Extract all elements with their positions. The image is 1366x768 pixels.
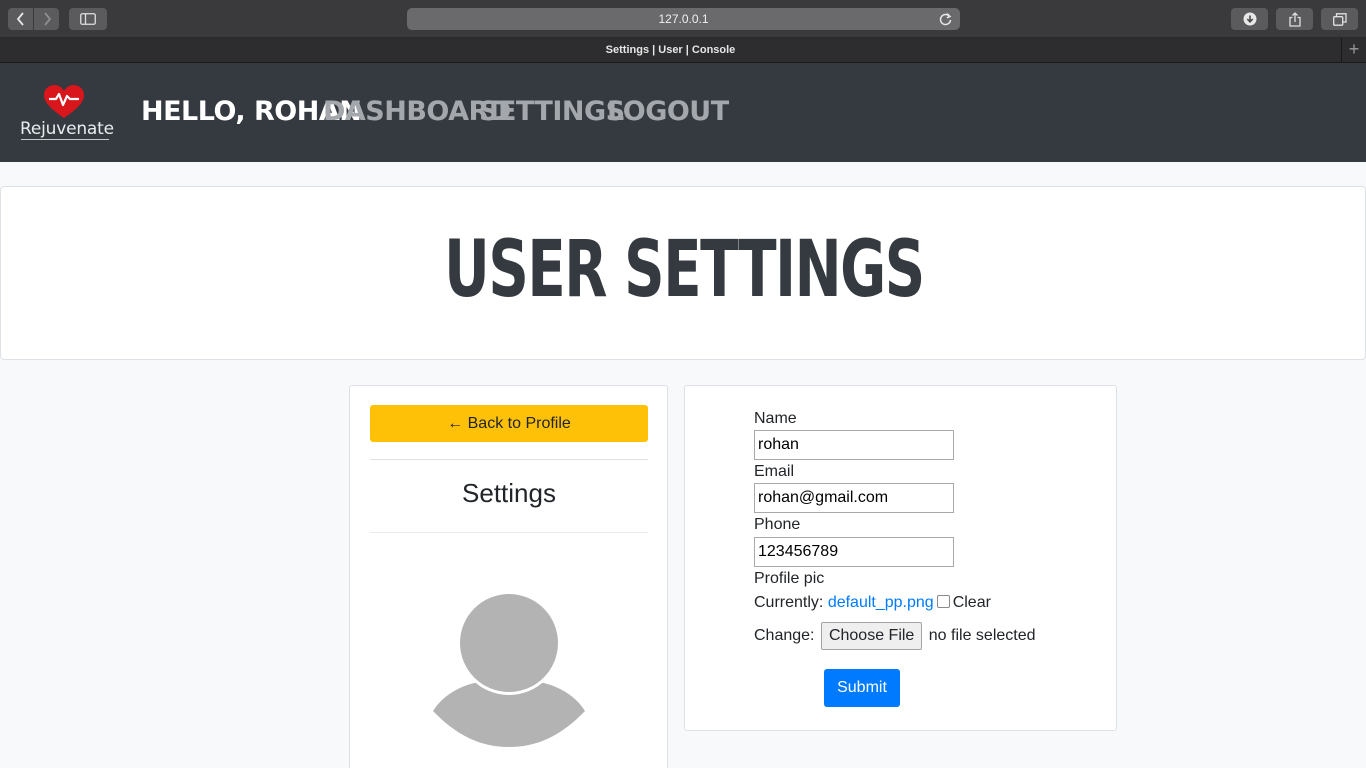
change-label: Change: [754,627,815,645]
sidebar-toggle-icon[interactable] [69,8,107,30]
currently-label: Currently: [754,594,824,611]
forward-nav-icon[interactable] [34,8,59,30]
choose-file-button[interactable]: Choose File [820,622,923,650]
name-label: Name [754,410,797,427]
brand-logo[interactable]: Rejuvenate [18,85,114,145]
phone-label: Phone [754,516,801,533]
heart-pulse-icon [44,85,84,118]
profile-pic-label: Profile pic [754,570,825,587]
phone-input[interactable] [754,537,954,567]
reload-icon[interactable] [939,12,952,29]
url-text: 127.0.0.1 [658,12,709,26]
nav-link-settings[interactable]: SETTINGS [479,96,625,127]
share-icon[interactable] [1276,8,1313,30]
page-header-card: USER SETTINGS [0,186,1366,360]
email-label: Email [754,463,795,480]
divider [370,532,648,533]
current-file-link[interactable]: default_pp.png [828,594,934,611]
back-to-profile-button[interactable]: ← Back to Profile [370,405,648,442]
divider [370,459,648,460]
tabs-overview-icon[interactable] [1321,8,1358,30]
clear-label[interactable]: Clear [953,594,991,611]
page-title: USER SETTINGS [444,225,925,315]
profile-sidebar-card: ← Back to Profile Settings [349,385,668,768]
browser-tab-bar: Settings | User | Console + [0,38,1366,63]
brand-name: Rejuvenate [20,119,114,139]
name-input[interactable] [754,430,954,460]
active-tab[interactable]: Settings | User | Console [0,38,1341,62]
no-file-text: no file selected [928,627,1036,645]
brand-underline [21,139,109,140]
back-nav-icon[interactable] [8,8,33,30]
nav-link-logout[interactable]: LOGOUT [607,96,729,127]
download-icon[interactable] [1231,8,1268,30]
clear-checkbox[interactable] [936,595,950,608]
change-pic-row: Change: Choose File no file selected [754,622,1036,650]
settings-form-card: Name Email Phone Profile pic Currently: … [684,385,1117,731]
browser-toolbar: 127.0.0.1 [0,0,1366,38]
nav-links: HELLO, ROHAN DASHBOARD SETTINGS LOGOUT [141,96,729,127]
address-bar[interactable]: 127.0.0.1 [407,8,960,30]
avatar [433,591,585,747]
submit-button[interactable]: Submit [824,669,900,707]
current-pic-row: Currently: default_pp.png Clear [754,594,991,612]
site-navbar: Rejuvenate HELLO, ROHAN DASHBOARD SETTIN… [0,63,1366,162]
new-tab-button[interactable]: + [1341,38,1366,62]
email-input[interactable] [754,483,954,513]
settings-heading: Settings [462,478,556,508]
